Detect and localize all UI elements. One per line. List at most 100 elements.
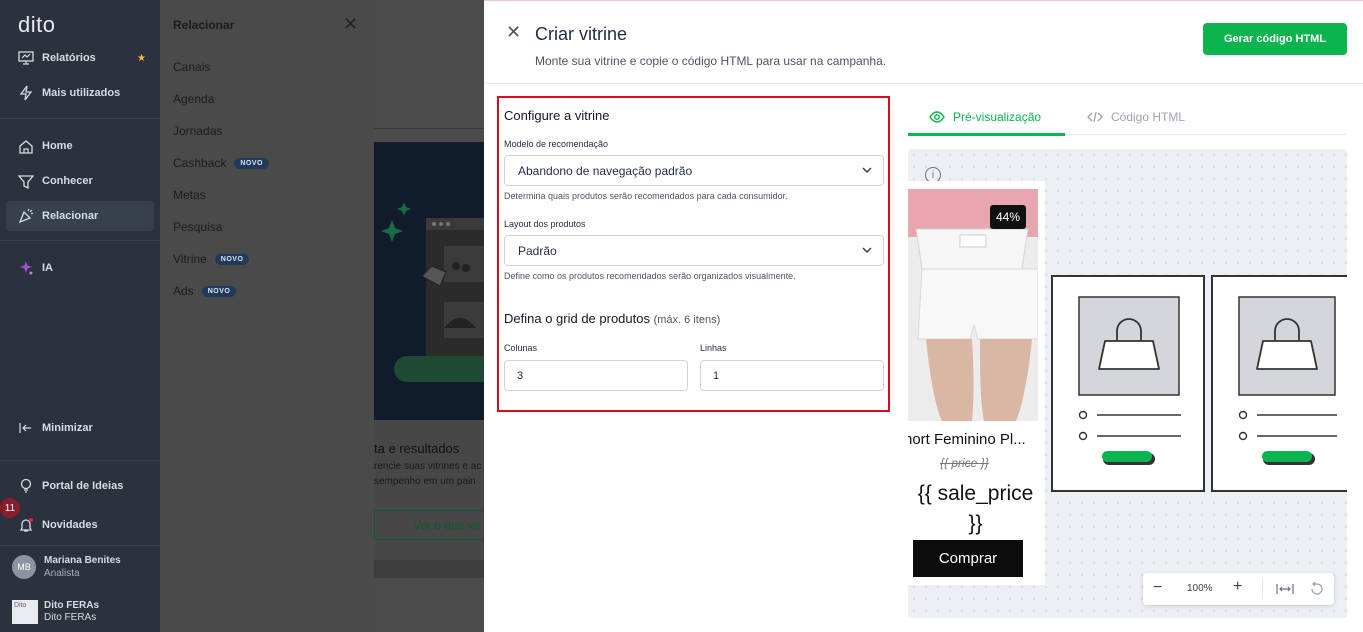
submenu-item-cashback[interactable]: Cashback NOVO xyxy=(173,156,269,170)
bolt-icon xyxy=(18,85,34,101)
submenu-item-jornadas[interactable]: Jornadas xyxy=(173,124,222,138)
config-title: Configure a vitrine xyxy=(504,108,610,123)
grid-note: (máx. 6 itens) xyxy=(653,314,721,326)
relacionar-submenu: Relacionar ✕ Canais Agenda Jornadas Cash… xyxy=(160,0,374,632)
submenu-label: Ads xyxy=(173,284,194,298)
background-text: rencie suas vitrines e ac xyxy=(374,461,482,472)
nav-item-relatorios[interactable]: Relatórios ★ xyxy=(6,43,154,73)
tab-label: Pré-visualização xyxy=(953,110,1042,124)
select-value: Padrão xyxy=(518,243,557,258)
filter-icon xyxy=(18,173,34,189)
code-icon xyxy=(1087,111,1103,123)
product-sale-price: {{ sale_price }} xyxy=(917,482,1034,535)
sidebar-divider xyxy=(0,460,160,461)
zoom-level: 100% xyxy=(1187,583,1213,594)
background-divider xyxy=(374,128,484,129)
user-name[interactable]: Mariana Benites xyxy=(44,555,121,566)
new-badge: NOVO xyxy=(201,285,237,297)
nav-item-ia[interactable]: IA xyxy=(6,253,154,283)
nav-label: Home xyxy=(42,140,73,152)
collapse-left-icon xyxy=(18,420,34,436)
zoom-controls: − 100% + xyxy=(1143,573,1334,605)
product-card: 44% hort Feminino Pl... {{ price }} {{ s… xyxy=(908,181,1045,585)
submenu-item-agenda[interactable]: Agenda xyxy=(173,92,214,106)
background-cta-button: Ver o que ve xyxy=(374,510,484,540)
buy-button[interactable]: Comprar xyxy=(913,540,1023,577)
active-tab-indicator xyxy=(908,133,1065,136)
fit-width-icon[interactable] xyxy=(1276,583,1294,598)
rows-label: Linhas xyxy=(700,343,727,353)
dito-logo[interactable]: dito xyxy=(18,12,55,38)
submenu-label: Canais xyxy=(173,60,211,74)
submenu-label: Cashback xyxy=(173,156,227,170)
tab-label: Código HTML xyxy=(1111,110,1186,124)
new-badge: NOVO xyxy=(214,253,250,265)
chevron-down-icon xyxy=(861,244,873,259)
background-heading: ta e resultados xyxy=(374,441,460,456)
submenu-item-canais[interactable]: Canais xyxy=(173,60,210,74)
org-name[interactable]: Dito FERAs xyxy=(44,600,99,611)
product-name: hort Feminino Pl... xyxy=(908,431,1026,448)
submenu-item-pesquisa[interactable]: Pesquisa xyxy=(173,220,222,234)
configure-vitrine-panel: Configure a vitrine Modelo de recomendaç… xyxy=(497,96,890,412)
preview-canvas[interactable]: i 44% hort Feminino Pl... {{ price }} {{… xyxy=(908,149,1347,618)
org-subtitle: Dito FERAs xyxy=(44,612,97,623)
submenu-item-ads[interactable]: Ads NOVO xyxy=(173,284,237,298)
portal-label: Portal de Ideias xyxy=(42,480,124,492)
background-scrollbar xyxy=(374,560,484,578)
select-value: Abandono de navegação padrão xyxy=(518,163,693,178)
recommendation-model-select[interactable]: Abandono de navegação padrão xyxy=(504,155,884,186)
nav-item-home[interactable]: Home xyxy=(6,131,154,161)
eye-icon xyxy=(929,111,945,123)
submenu-title: Relacionar xyxy=(173,18,235,32)
favorite-star-icon[interactable]: ★ xyxy=(137,53,146,64)
rows-input[interactable]: 1 xyxy=(700,360,884,391)
submenu-label: Pesquisa xyxy=(173,220,223,234)
sidebar-divider xyxy=(0,240,160,241)
nav-item-mais-utilizados[interactable]: Mais utilizados xyxy=(6,78,154,108)
background-text: sempenho em um pain xyxy=(374,476,476,487)
nav-item-conhecer[interactable]: Conhecer xyxy=(6,166,154,196)
nav-item-relacionar[interactable]: Relacionar xyxy=(6,201,154,231)
nav-label: Relacionar xyxy=(42,210,99,222)
zoom-in-button[interactable]: + xyxy=(1233,578,1242,596)
columns-input[interactable]: 3 xyxy=(504,360,688,391)
report-icon xyxy=(18,50,34,66)
layout-hint: Define como os produtos recomendados ser… xyxy=(504,271,796,281)
minimize-label: Minimizar xyxy=(42,422,93,434)
zoom-out-button[interactable]: − xyxy=(1153,579,1162,597)
submenu-item-vitrine[interactable]: Vitrine NOVO xyxy=(173,252,250,266)
drawer-header-divider xyxy=(484,83,1363,84)
org-logo[interactable]: Dito xyxy=(12,600,38,624)
background-illustration xyxy=(374,142,484,420)
nav-label: IA xyxy=(42,262,53,274)
sparkle-icon xyxy=(18,260,34,276)
nav-label: Relatórios xyxy=(42,52,96,64)
divider xyxy=(1262,579,1263,599)
submenu-item-metas[interactable]: Metas xyxy=(173,188,206,202)
products-layout-select[interactable]: Padrão xyxy=(504,235,884,266)
drawer-subtitle: Monte sua vitrine e copie o código HTML … xyxy=(535,54,887,68)
background-page-overlay: ta e resultados rencie suas vitrines e a… xyxy=(374,0,484,632)
generate-html-button[interactable]: Gerar código HTML xyxy=(1203,23,1347,55)
avatar[interactable]: MB xyxy=(12,555,36,579)
novidades-link[interactable]: Novidades xyxy=(6,510,154,540)
tab-html-code[interactable]: Código HTML xyxy=(1087,110,1185,124)
minimize-sidebar-button[interactable]: Minimizar xyxy=(6,413,154,443)
nav-label: Conhecer xyxy=(42,175,93,187)
portal-de-ideias-link[interactable]: Portal de Ideias xyxy=(6,471,154,501)
tab-preview[interactable]: Pré-visualização xyxy=(929,110,1041,124)
model-hint: Determina quais produtos serão recomenda… xyxy=(504,191,788,201)
close-icon[interactable]: ✕ xyxy=(343,14,358,35)
lightbulb-icon xyxy=(18,478,34,494)
drawer-title: Criar vitrine xyxy=(535,24,628,44)
chevron-down-icon xyxy=(861,164,873,179)
novidades-label: Novidades xyxy=(42,519,98,531)
grid-title-text: Defina o grid de produtos xyxy=(504,311,650,326)
placeholder-product-card xyxy=(1051,275,1205,492)
megaphone-icon xyxy=(18,208,34,224)
reset-icon[interactable] xyxy=(1309,581,1325,600)
product-image: 44% xyxy=(908,189,1038,421)
discount-badge: 44% xyxy=(990,205,1027,229)
close-icon[interactable]: ✕ xyxy=(506,22,521,43)
